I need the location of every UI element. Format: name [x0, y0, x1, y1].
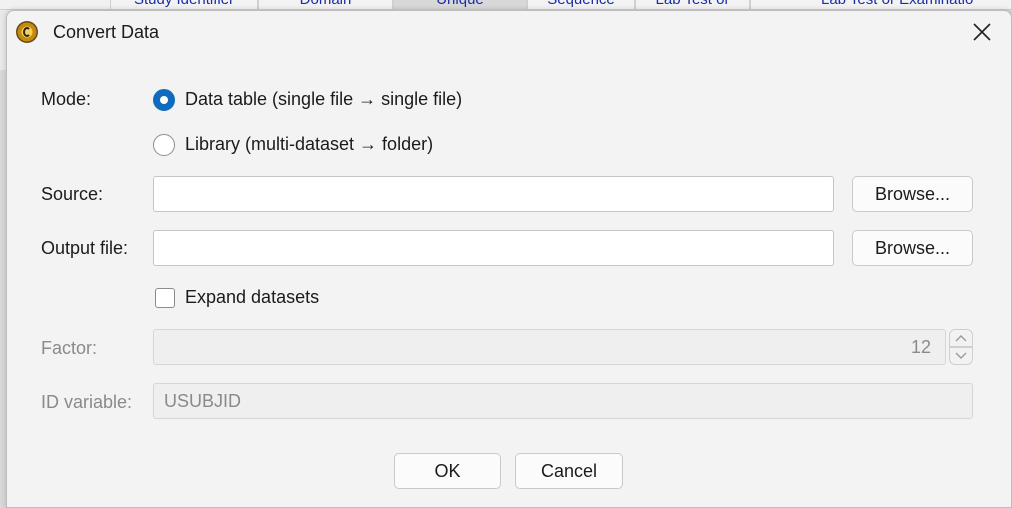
factor-spinner-input[interactable]: 12 — [153, 329, 946, 365]
background-column-header: Domain — [258, 0, 393, 9]
dialog-title: Convert Data — [53, 22, 160, 42]
background-table-header: Study Identifier Domain Unique Sequence … — [0, 0, 1012, 10]
background-column-header: Lab Test or Examinatio — [750, 0, 1012, 9]
chevron-up-icon — [955, 335, 967, 342]
chevron-down-icon — [955, 352, 967, 359]
background-column-header: Unique — [393, 0, 527, 9]
background-column-header: Sequence — [527, 0, 635, 9]
app-logo-icon — [16, 21, 38, 43]
convert-data-dialog: Convert Data Mode: Data table (single fi… — [6, 10, 1012, 508]
close-icon — [973, 23, 991, 41]
background-column-header: Lab Test or — [635, 0, 750, 9]
id-variable-input[interactable]: USUBJID — [153, 383, 973, 419]
mode-radio-library[interactable] — [153, 134, 175, 156]
output-file-label: Output file: — [41, 238, 129, 258]
factor-label: Factor: — [41, 338, 98, 358]
factor-decrement-button[interactable] — [949, 347, 973, 365]
expand-datasets-checkbox[interactable] — [155, 288, 175, 308]
source-input[interactable] — [153, 176, 834, 212]
ok-button[interactable]: OK — [394, 453, 501, 489]
background-column-header: Study Identifier — [110, 0, 258, 9]
id-variable-label: ID variable: — [41, 392, 133, 412]
output-browse-button[interactable]: Browse... — [852, 230, 973, 266]
mode-option-library-label[interactable]: Library (multi-dataset → folder) — [185, 134, 433, 155]
source-browse-button[interactable]: Browse... — [852, 176, 973, 212]
mode-radio-data-table[interactable] — [153, 89, 175, 111]
factor-spinner-buttons — [949, 329, 973, 365]
cancel-button[interactable]: Cancel — [515, 453, 623, 489]
dialog-titlebar: Convert Data — [7, 11, 1011, 55]
expand-datasets-label[interactable]: Expand datasets — [185, 287, 319, 308]
mode-option-data-table-label[interactable]: Data table (single file → single file) — [185, 89, 462, 110]
source-label: Source: — [41, 184, 104, 204]
output-file-input[interactable] — [153, 230, 834, 266]
factor-increment-button[interactable] — [949, 329, 973, 347]
close-button[interactable] — [953, 11, 1011, 53]
mode-label: Mode: — [41, 89, 92, 109]
